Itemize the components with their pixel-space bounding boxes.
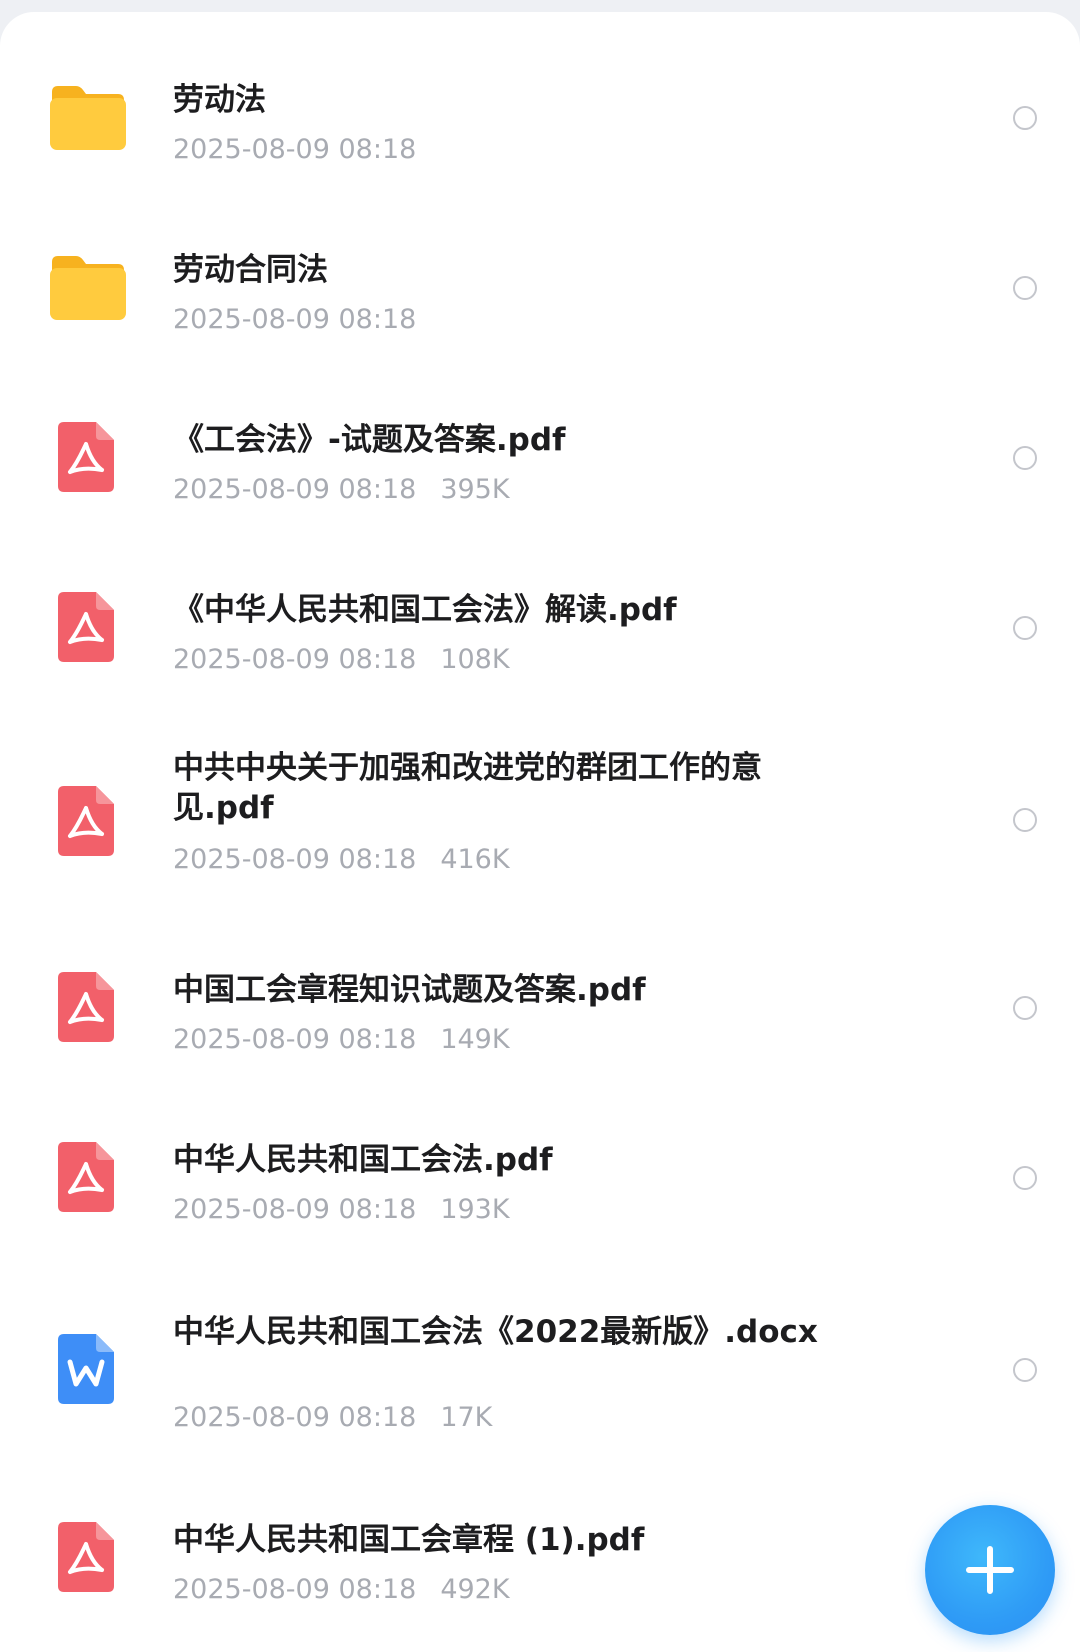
file-size: 108K <box>440 644 510 675</box>
file-list-panel: 劳动法 2025-08-09 08:18 劳动合同法 2025-08-09 08… <box>0 12 1080 1652</box>
select-radio[interactable] <box>1013 1166 1037 1190</box>
file-date: 2025-08-09 08:18 <box>173 1024 417 1055</box>
file-size: 17K <box>440 1402 493 1433</box>
pdf-icon <box>58 422 114 492</box>
file-name: 中华人民共和国工会法.pdf <box>173 1142 553 1178</box>
file-name: 《中华人民共和国工会法》解读.pdf <box>173 592 677 628</box>
file-date: 2025-08-09 08:18 <box>173 304 417 335</box>
file-date: 2025-08-09 08:18 <box>173 1194 417 1225</box>
file-size: 395K <box>440 474 510 505</box>
file-row-pdf[interactable]: 中国工会章程知识试题及答案.pdf 2025-08-09 08:18 149K <box>0 952 1080 1072</box>
word-doc-icon <box>58 1334 114 1404</box>
file-meta: 2025-08-09 08:18 395K <box>173 474 510 505</box>
select-radio[interactable] <box>1013 446 1037 470</box>
file-name: 劳动法 <box>173 82 266 118</box>
select-radio[interactable] <box>1013 996 1037 1020</box>
file-row-docx[interactable]: 中华人民共和国工会法《2022最新版》.docx 2025-08-09 08:1… <box>0 1312 1080 1452</box>
file-row-pdf[interactable]: 《工会法》-试题及答案.pdf 2025-08-09 08:18 395K <box>0 402 1080 522</box>
file-size: 193K <box>440 1194 510 1225</box>
pdf-icon <box>58 972 114 1042</box>
file-meta: 2025-08-09 08:18 108K <box>173 644 510 675</box>
file-date: 2025-08-09 08:18 <box>173 134 417 165</box>
file-date: 2025-08-09 08:18 <box>173 644 417 675</box>
select-radio[interactable] <box>1013 808 1037 832</box>
file-meta: 2025-08-09 08:18 416K <box>173 844 510 875</box>
file-meta: 2025-08-09 08:18 <box>173 134 416 165</box>
select-radio[interactable] <box>1013 1358 1037 1382</box>
pdf-icon <box>58 592 114 662</box>
file-date: 2025-08-09 08:18 <box>173 844 417 875</box>
file-size: 149K <box>440 1024 510 1055</box>
file-row-pdf[interactable]: 中共中央关于加强和改进党的群团工作的意见.pdf 2025-08-09 08:1… <box>0 740 1080 900</box>
select-radio[interactable] <box>1013 616 1037 640</box>
pdf-icon <box>58 1522 114 1592</box>
file-meta: 2025-08-09 08:18 149K <box>173 1024 510 1055</box>
file-row-pdf[interactable]: 中华人民共和国工会章程 (1).pdf 2025-08-09 08:18 492K <box>0 1502 1080 1622</box>
file-name: 劳动合同法 <box>173 252 328 288</box>
pdf-icon <box>58 1142 114 1212</box>
select-radio[interactable] <box>1013 106 1037 130</box>
plus-icon <box>966 1546 1014 1594</box>
file-name: 中华人民共和国工会法《2022最新版》.docx <box>173 1314 818 1350</box>
folder-icon <box>50 86 126 150</box>
file-date: 2025-08-09 08:18 <box>173 1574 417 1605</box>
file-size: 492K <box>440 1574 510 1605</box>
file-meta: 2025-08-09 08:18 193K <box>173 1194 510 1225</box>
file-date: 2025-08-09 08:18 <box>173 474 417 505</box>
folder-icon <box>50 256 126 320</box>
file-row-pdf[interactable]: 中华人民共和国工会法.pdf 2025-08-09 08:18 193K <box>0 1122 1080 1242</box>
file-row-folder-laodongfa[interactable]: 劳动法 2025-08-09 08:18 <box>0 62 1080 182</box>
add-file-button[interactable] <box>925 1505 1055 1635</box>
file-row-pdf[interactable]: 《中华人民共和国工会法》解读.pdf 2025-08-09 08:18 108K <box>0 572 1080 692</box>
file-name: 《工会法》-试题及答案.pdf <box>173 422 566 458</box>
file-name: 中国工会章程知识试题及答案.pdf <box>173 972 646 1008</box>
file-date: 2025-08-09 08:18 <box>173 1402 417 1433</box>
file-meta: 2025-08-09 08:18 492K <box>173 1574 510 1605</box>
file-name: 中华人民共和国工会章程 (1).pdf <box>173 1522 645 1558</box>
file-meta: 2025-08-09 08:18 17K <box>173 1402 492 1433</box>
file-meta: 2025-08-09 08:18 <box>173 304 416 335</box>
file-size: 416K <box>440 844 510 875</box>
pdf-icon <box>58 786 114 856</box>
file-name: 中共中央关于加强和改进党的群团工作的意见.pdf <box>173 750 762 826</box>
select-radio[interactable] <box>1013 276 1037 300</box>
file-row-folder-laodonghetongfa[interactable]: 劳动合同法 2025-08-09 08:18 <box>0 232 1080 352</box>
